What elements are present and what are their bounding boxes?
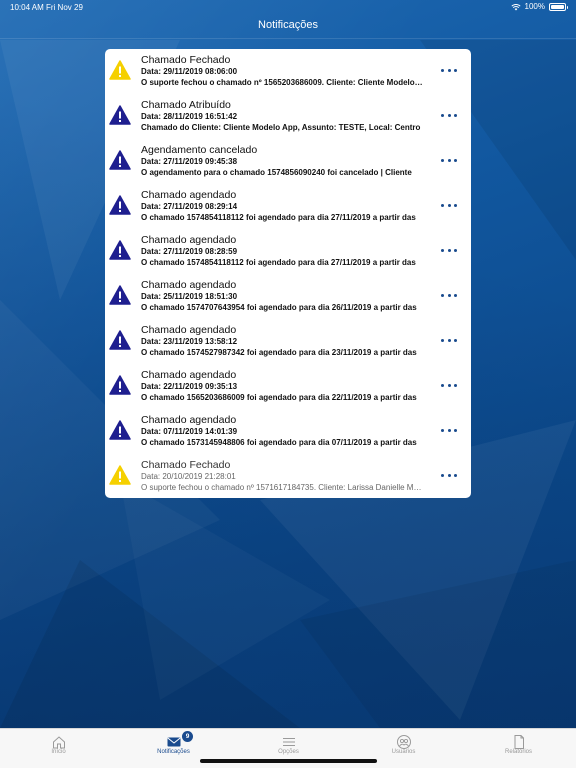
notification-description: O suporte fechou o chamado nº 1571617184…: [141, 483, 424, 492]
tab-label: Usuários: [391, 749, 416, 755]
more-options-icon[interactable]: [441, 335, 457, 345]
status-bar: 10:04 AM Fri Nov 29 100%: [0, 0, 576, 14]
notification-count-badge: 9: [182, 731, 193, 742]
battery-icon: [549, 2, 568, 11]
notification-date: Data: 25/11/2019 18:51:30: [141, 292, 238, 301]
notification-date: Data: 29/11/2019 08:06:00: [141, 67, 238, 76]
status-date: Fri Nov 29: [46, 3, 83, 12]
notification-date: Data: 07/11/2019 14:01:39: [141, 427, 238, 436]
status-time: 10:04 AM: [10, 3, 44, 12]
notification-title: Chamado agendado: [141, 279, 237, 291]
notification-item[interactable]: Chamado agendado Data: 27/11/2019 08:29:…: [105, 184, 471, 229]
notification-title: Chamado agendado: [141, 324, 237, 336]
envelope-icon: [166, 734, 182, 750]
notification-item[interactable]: Chamado agendado Data: 23/11/2019 13:58:…: [105, 319, 471, 364]
notification-date: Data: 27/11/2019 08:28:59: [141, 247, 238, 256]
notification-title: Chamado agendado: [141, 369, 237, 381]
alert-icon: [109, 285, 131, 305]
notification-description: O chamado 1574707643954 foi agendado par…: [141, 303, 417, 312]
notification-title: Agendamento cancelado: [141, 144, 258, 156]
notification-title: Chamado agendado: [141, 234, 237, 246]
more-options-icon[interactable]: [441, 245, 457, 255]
notification-date: Data: 27/11/2019 08:29:14: [141, 202, 238, 211]
alert-icon: [109, 420, 131, 440]
notification-date: Data: 20/10/2019 21:28:01: [141, 472, 236, 481]
more-options-icon[interactable]: [441, 110, 457, 120]
more-options-icon[interactable]: [441, 425, 457, 435]
more-options-icon[interactable]: [441, 200, 457, 210]
notification-title: Chamado agendado: [141, 414, 237, 426]
warning-icon: [109, 465, 131, 485]
more-options-icon[interactable]: [441, 65, 457, 75]
more-options-icon[interactable]: [441, 380, 457, 390]
alert-icon: [109, 240, 131, 260]
status-right: 100%: [510, 2, 568, 11]
warning-icon: [109, 60, 131, 80]
notification-description: O agendamento para o chamado 15748560902…: [141, 168, 412, 177]
notification-title: Chamado Fechado: [141, 54, 231, 66]
users-icon: [396, 734, 412, 750]
tab-home[interactable]: Início: [1, 729, 116, 768]
notification-item[interactable]: Chamado agendado Data: 22/11/2019 09:35:…: [105, 364, 471, 409]
notification-description: O chamado 1573145948806 foi agendado par…: [141, 438, 417, 447]
notification-date: Data: 28/11/2019 16:51:42: [141, 112, 238, 121]
alert-icon: [109, 150, 131, 170]
notification-description: O chamado 1574854118112 foi agendado par…: [141, 213, 416, 222]
notification-date: Data: 22/11/2019 09:35:13: [141, 382, 238, 391]
notification-item[interactable]: Chamado Fechado Data: 29/11/2019 08:06:0…: [105, 49, 471, 94]
more-options-icon[interactable]: [441, 290, 457, 300]
notification-description: O chamado 1565203686009 foi agendado par…: [141, 393, 417, 402]
notification-item[interactable]: Chamado agendado Data: 07/11/2019 14:01:…: [105, 409, 471, 454]
tab-label: Notificações: [157, 749, 190, 755]
notification-item[interactable]: Chamado Atribuído Data: 28/11/2019 16:51…: [105, 94, 471, 139]
home-indicator: [200, 759, 377, 763]
notifications-list: Chamado Fechado Data: 29/11/2019 08:06:0…: [105, 49, 471, 498]
wifi-icon: [510, 3, 521, 10]
notification-title: Chamado Atribuído: [141, 99, 231, 111]
notification-title: Chamado Fechado: [141, 459, 231, 471]
notification-description: O suporte fechou o chamado nº 1565203686…: [141, 78, 424, 87]
tab-label: Opções: [278, 749, 299, 755]
notification-item[interactable]: Chamado agendado Data: 25/11/2019 18:51:…: [105, 274, 471, 319]
page-title: Notificações: [258, 19, 318, 31]
notification-date: Data: 27/11/2019 09:45:38: [141, 157, 238, 166]
alert-icon: [109, 195, 131, 215]
notification-description: O chamado 1574527987342 foi agendado par…: [141, 348, 417, 357]
alert-icon: [109, 105, 131, 125]
document-icon: [511, 734, 527, 750]
notification-description: Chamado do Cliente: Cliente Modelo App, …: [141, 123, 421, 132]
more-options-icon[interactable]: [441, 470, 457, 480]
notification-item[interactable]: Agendamento cancelado Data: 27/11/2019 0…: [105, 139, 471, 184]
battery-percent: 100%: [524, 2, 545, 11]
tab-document[interactable]: Relatórios: [461, 729, 576, 768]
notification-description: O chamado 1574854118112 foi agendado par…: [141, 258, 416, 267]
menu-icon: [281, 734, 297, 750]
more-options-icon[interactable]: [441, 155, 457, 165]
home-icon: [51, 734, 67, 750]
notification-date: Data: 23/11/2019 13:58:12: [141, 337, 238, 346]
notification-title: Chamado agendado: [141, 189, 237, 201]
alert-icon: [109, 375, 131, 395]
notification-item[interactable]: Chamado Fechado Data: 20/10/2019 21:28:0…: [105, 454, 471, 498]
nav-divider: [0, 38, 576, 39]
alert-icon: [109, 330, 131, 350]
tab-label: Relatórios: [504, 749, 532, 755]
tab-label: Início: [51, 749, 66, 755]
notification-item[interactable]: Chamado agendado Data: 27/11/2019 08:28:…: [105, 229, 471, 274]
